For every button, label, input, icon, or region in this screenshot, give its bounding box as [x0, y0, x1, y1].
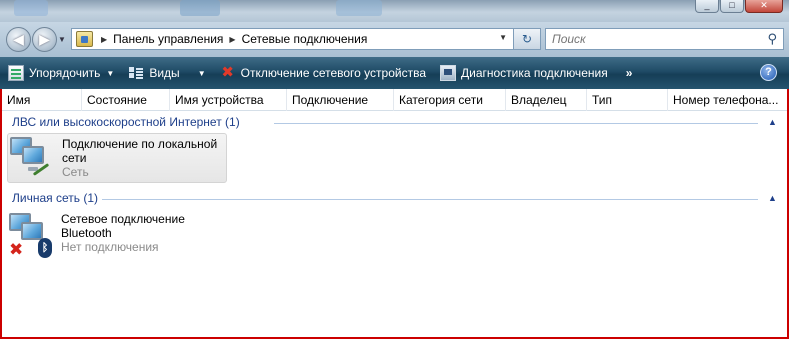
back-button[interactable]: ◀ — [6, 27, 31, 52]
views-label: Виды — [149, 66, 180, 80]
chevron-right-icon[interactable]: ▶ — [229, 35, 235, 44]
chevron-down-icon[interactable]: ▼ — [198, 69, 206, 78]
views-icon — [128, 65, 144, 81]
monitor-icon — [21, 222, 43, 240]
group-header-lan[interactable]: ЛВС или высокоскоростной Интернет (1) — [12, 115, 240, 129]
disconnect-device-label: Отключение сетевого устройства — [240, 66, 426, 80]
bluetooth-icon: ᛒ — [38, 238, 52, 258]
group-divider — [102, 199, 758, 200]
connection-status: Нет подключения — [61, 240, 159, 254]
column-header-phone-number[interactable]: Номер телефона... — [668, 89, 787, 111]
monitor-icon — [22, 146, 44, 164]
close-button[interactable]: ✕ — [745, 0, 783, 13]
red-x-icon: ✖ — [221, 64, 234, 81]
collapse-icon[interactable]: ▲ — [768, 193, 777, 203]
refresh-button[interactable]: ↻ — [514, 28, 541, 50]
breadcrumb-control-panel[interactable]: Панель управления — [113, 32, 223, 46]
organize-label: Упорядочить — [29, 66, 101, 80]
help-button[interactable]: ? — [760, 64, 777, 81]
background-glare — [180, 0, 220, 16]
list-item-lan[interactable]: Подключение по локальной сети Сеть — [7, 133, 227, 183]
refresh-icon: ↻ — [521, 32, 533, 46]
lan-connection-icon — [8, 134, 56, 178]
connection-name: сети — [62, 151, 87, 165]
address-row: ◀ ▶ ▼ ▶ Панель управления ▶ Сетевые подк… — [0, 22, 789, 57]
column-header-status[interactable]: Состояние — [82, 89, 170, 111]
column-header-type[interactable]: Тип — [587, 89, 668, 111]
forward-arrow-icon: ▶ — [39, 31, 50, 47]
more-commands-button[interactable]: » — [626, 66, 633, 80]
group-header-personal[interactable]: Личная сеть (1) — [12, 191, 98, 205]
forward-button[interactable]: ▶ — [32, 27, 57, 52]
minimize-button[interactable]: _ — [695, 0, 719, 13]
item-text: Сетевое подключение Bluetooth Нет подклю… — [61, 212, 185, 260]
connection-name: Сетевое подключение — [61, 212, 185, 226]
bluetooth-connection-icon: ✖ ᛒ — [7, 210, 55, 258]
connection-name: Подключение по локальной — [62, 137, 218, 151]
column-header-device-name[interactable]: Имя устройства — [170, 89, 287, 111]
address-bar[interactable]: ▶ Панель управления ▶ Сетевые подключени… — [71, 28, 514, 50]
address-history-dropdown[interactable]: ▼ — [499, 33, 507, 42]
background-glare — [14, 0, 48, 16]
organize-icon — [8, 65, 24, 81]
chevron-right-icon[interactable]: ▶ — [101, 35, 107, 44]
diagnose-connection-button[interactable]: Диагностика подключения — [440, 65, 608, 81]
maximize-button[interactable]: □ — [720, 0, 744, 13]
back-arrow-icon: ◀ — [13, 31, 24, 47]
group-divider — [274, 123, 758, 124]
search-input[interactable] — [546, 29, 746, 49]
disconnected-x-icon: ✖ — [9, 240, 24, 259]
breadcrumb-network-connections[interactable]: Сетевые подключения — [242, 32, 368, 46]
disconnect-device-button[interactable]: ✖ Отключение сетевого устройства — [220, 65, 426, 81]
recent-pages-dropdown[interactable]: ▼ — [58, 35, 66, 44]
search-icon[interactable]: ⚲ — [767, 31, 777, 47]
collapse-icon[interactable]: ▲ — [768, 117, 777, 127]
item-text: Подключение по локальной сети Сеть — [62, 137, 217, 182]
column-header-row: Имя Состояние Имя устройства Подключение… — [2, 89, 787, 111]
search-box: ⚲ — [545, 28, 784, 50]
views-button[interactable]: Виды ▼ — [128, 65, 206, 81]
diagnose-connection-label: Диагностика подключения — [461, 66, 608, 80]
control-panel-icon — [76, 31, 93, 47]
command-bar: Упорядочить ▼ Виды ▼ ✖ Отключение сетево… — [0, 57, 789, 89]
organize-button[interactable]: Упорядочить ▼ — [8, 65, 114, 81]
diagnose-icon — [440, 65, 456, 81]
column-header-owner[interactable]: Владелец — [506, 89, 587, 111]
connection-name: Bluetooth — [61, 226, 112, 240]
window-title-bar: _ □ ✕ — [0, 0, 789, 22]
column-header-name[interactable]: Имя — [2, 89, 82, 111]
chevron-down-icon: ▼ — [106, 68, 115, 78]
connection-status: Сеть — [62, 165, 89, 179]
list-item-bluetooth[interactable]: ✖ ᛒ Сетевое подключение Bluetooth Нет по… — [7, 210, 227, 260]
background-glare — [336, 0, 382, 16]
column-header-connectivity[interactable]: Подключение — [287, 89, 394, 111]
column-header-network-category[interactable]: Категория сети — [394, 89, 506, 111]
